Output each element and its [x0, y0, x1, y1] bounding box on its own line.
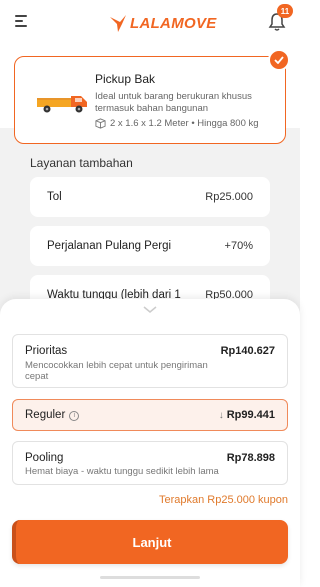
- vehicle-spec: 2 x 1.6 x 1.2 Meter • Hingga 800 kg: [95, 118, 259, 129]
- vehicle-card-pickup-bak[interactable]: Pickup Bak Ideal untuk barang berukuran …: [14, 56, 286, 144]
- check-icon: [268, 49, 290, 71]
- arrow-down-icon: ↓: [218, 410, 224, 421]
- box-icon: [95, 118, 106, 129]
- service-label: Perjalanan Pulang Pergi: [47, 240, 172, 252]
- service-price: +70%: [224, 240, 253, 252]
- option-title: Prioritas: [25, 345, 68, 357]
- option-price: Rp140.627: [220, 345, 275, 357]
- vehicle-title: Pickup Bak: [95, 72, 156, 86]
- option-title-row: Reguler i: [25, 409, 80, 421]
- service-price: Rp25.000: [205, 191, 253, 203]
- notification-badge: 11: [277, 4, 293, 18]
- menu-icon[interactable]: [15, 15, 29, 27]
- apply-coupon-link[interactable]: Terapkan Rp25.000 kupon: [159, 494, 288, 506]
- option-price: Rp99.441: [226, 409, 275, 421]
- logo-text: LALAMOVE: [130, 14, 217, 32]
- logo-bird-icon: [110, 15, 126, 32]
- service-round-trip[interactable]: Perjalanan Pulang Pergi +70%: [30, 226, 270, 266]
- additional-services-title: Layanan tambahan: [30, 156, 133, 170]
- option-title: Pooling: [25, 452, 64, 464]
- option-title: Reguler: [25, 409, 66, 421]
- lalamove-logo: LALAMOVE: [108, 12, 217, 34]
- next-button[interactable]: Lanjut: [12, 520, 288, 564]
- service-label: Tol: [47, 191, 62, 203]
- option-subtitle: Mencocokkan lebih cepat untuk pengiriman…: [25, 360, 208, 382]
- app-header: LALAMOVE 11: [0, 0, 300, 46]
- truck-icon: [37, 96, 87, 113]
- info-icon[interactable]: i: [69, 411, 80, 421]
- home-indicator: [100, 576, 200, 579]
- vehicle-description: Ideal untuk barang berukuran khusus term…: [95, 91, 252, 114]
- option-price: Rp78.898: [226, 452, 275, 464]
- option-subtitle: Hemat biaya - waktu tunggu sedikit lebih…: [25, 466, 219, 477]
- chevron-down-icon[interactable]: [142, 306, 158, 314]
- option-price-row: ↓ Rp99.441: [219, 409, 275, 421]
- vehicle-spec-text: 2 x 1.6 x 1.2 Meter • Hingga 800 kg: [110, 118, 259, 129]
- delivery-option-prioritas[interactable]: Prioritas Rp140.627 Mencocokkan lebih ce…: [12, 334, 288, 388]
- delivery-option-reguler[interactable]: Reguler i ↓ Rp99.441: [12, 399, 288, 431]
- delivery-option-pooling[interactable]: Pooling Rp78.898 Hemat biaya - waktu tun…: [12, 441, 288, 485]
- service-toll[interactable]: Tol Rp25.000: [30, 177, 270, 217]
